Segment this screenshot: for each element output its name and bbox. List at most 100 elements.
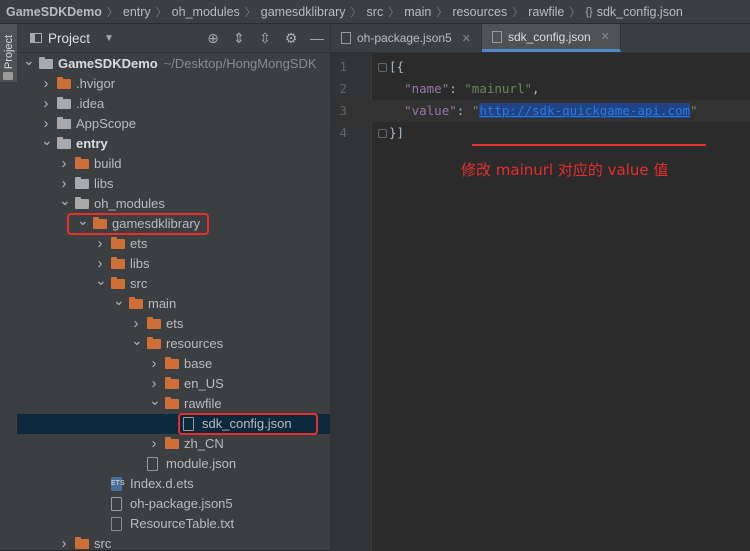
tree-item[interactable]: › en_US: [17, 374, 330, 394]
locate-icon[interactable]: ⊕: [200, 30, 226, 47]
tree-item[interactable]: › .hvigor: [17, 74, 330, 94]
breadcrumb-item[interactable]: {} sdk_config.json: [585, 5, 683, 19]
tree-item[interactable]: › zh_CN: [17, 434, 330, 454]
tree-item[interactable]: › AppScope: [17, 114, 330, 134]
tree-item-label: Index.d.ets: [130, 476, 194, 491]
tree-item[interactable]: ⌄ resources: [17, 332, 330, 354]
chevron-right-icon[interactable]: ›: [149, 354, 159, 374]
chevron-down-icon[interactable]: ⌄: [131, 330, 143, 350]
collapse-all-icon[interactable]: ⇳: [252, 30, 278, 47]
tree-item[interactable]: module.json: [17, 454, 330, 474]
chevron-down-icon[interactable]: ⌄: [95, 270, 107, 290]
folder-icon: [111, 237, 125, 249]
tree-item-label: .idea: [76, 96, 105, 111]
fold-icon[interactable]: [378, 129, 387, 138]
chevron-down-icon[interactable]: ⌄: [113, 290, 125, 310]
folder-icon: [75, 197, 89, 209]
close-icon[interactable]: ✕: [462, 32, 471, 45]
line-number: 4: [339, 125, 347, 140]
gear-icon[interactable]: ⚙: [278, 30, 304, 47]
chevron-down-icon[interactable]: ▼: [104, 33, 114, 44]
fold-icon[interactable]: [378, 63, 387, 72]
folder-icon: [147, 317, 161, 329]
chevron-right-icon[interactable]: ›: [95, 234, 105, 254]
chevron-down-icon[interactable]: ⌄: [59, 190, 71, 210]
folder-icon: [57, 137, 71, 149]
breadcrumb-label: GameSDKDemo: [6, 4, 102, 19]
tree-item-label: rawfile: [184, 396, 222, 411]
chevron-right-icon[interactable]: ›: [59, 534, 69, 550]
tree-item[interactable]: oh-package.json5: [17, 494, 330, 514]
breadcrumb-item[interactable]: oh_modules: [172, 5, 240, 19]
tree-item[interactable]: ⌄ rawfile: [17, 392, 330, 414]
tree-item[interactable]: ⌄ oh_modules: [17, 192, 330, 214]
code-text: "name": "mainurl",: [404, 81, 540, 96]
tree-item[interactable]: › src: [17, 534, 330, 550]
chevron-down-icon[interactable]: ⌄: [23, 50, 35, 70]
tree-item[interactable]: › base: [17, 354, 330, 374]
tree-item[interactable]: › ets: [17, 234, 330, 254]
tree-item[interactable]: ⌄ src: [17, 272, 330, 294]
tree-item[interactable]: ETS Index.d.ets: [17, 474, 330, 494]
editor-tab[interactable]: oh-package.json5 ✕: [331, 24, 482, 52]
highlight-box: [178, 413, 318, 435]
project-panel: Project ▼ ⊕ ⇕ ⇳ ⚙ — ⌄ GameSDKDemo ~/Deskto…: [17, 24, 331, 550]
folder-icon: [39, 57, 53, 69]
folder-icon: [75, 177, 89, 189]
folder-icon: [111, 277, 125, 289]
breadcrumb-item[interactable]: gamesdklibrary: [261, 5, 346, 19]
chevron-down-icon[interactable]: ⌄: [41, 130, 53, 150]
chevron-right-icon[interactable]: ›: [149, 434, 159, 454]
chevron-right-icon[interactable]: ›: [59, 154, 69, 174]
breadcrumb-label: entry: [122, 4, 151, 19]
project-panel-title[interactable]: Project: [48, 31, 90, 46]
tree-item[interactable]: › libs: [17, 254, 330, 274]
chevron-right-icon: 〉: [569, 6, 581, 19]
project-icon: [30, 33, 42, 43]
breadcrumb-item[interactable]: GameSDKDemo: [6, 5, 102, 19]
code-line[interactable]: 1 [{: [331, 56, 750, 78]
tree-item-label: oh_modules: [94, 196, 165, 211]
tree-item-label: module.json: [166, 456, 237, 471]
breadcrumb-item[interactable]: rawfile: [528, 5, 564, 19]
json-file-icon: [491, 30, 502, 43]
breadcrumb-item[interactable]: src: [367, 5, 384, 19]
tree-item-label: build: [94, 156, 122, 171]
chevron-right-icon: 〉: [388, 6, 400, 19]
hide-icon[interactable]: —: [304, 30, 330, 46]
chevron-right-icon[interactable]: ›: [41, 94, 51, 114]
code-line[interactable]: 2 "name": "mainurl",: [331, 78, 750, 100]
folder-icon: [165, 437, 179, 449]
breadcrumb-item[interactable]: resources: [452, 5, 507, 19]
code-line[interactable]: 4}]: [331, 122, 750, 144]
close-icon[interactable]: ✕: [601, 30, 610, 43]
chevron-down-icon[interactable]: ⌄: [149, 390, 161, 410]
editor-tab-label: oh-package.json5: [357, 31, 452, 45]
chevron-right-icon: 〉: [106, 6, 118, 19]
tree-item[interactable]: ResourceTable.txt: [17, 514, 330, 534]
folder-icon: [165, 397, 179, 409]
chevron-right-icon: 〉: [350, 6, 362, 19]
tree-item[interactable]: › ets: [17, 314, 330, 334]
tree-item[interactable]: › build: [17, 154, 330, 174]
breadcrumb-item[interactable]: main: [404, 5, 431, 19]
tree-item[interactable]: ⌄ entry: [17, 132, 330, 154]
highlight-box: [67, 213, 209, 235]
breadcrumb-label: rawfile: [528, 4, 565, 19]
folder-icon: [75, 537, 89, 549]
tree-item[interactable]: › .idea: [17, 94, 330, 114]
code-line[interactable]: 3 "value": "http://sdk-quickgame-api.com…: [331, 100, 750, 122]
expand-all-icon[interactable]: ⇕: [226, 30, 252, 47]
tree-item-label: AppScope: [76, 116, 136, 131]
folder-icon[interactable]: [3, 72, 13, 80]
editor-tab[interactable]: sdk_config.json ✕: [481, 24, 621, 52]
tree-item[interactable]: ⌄ GameSDKDemo ~/Desktop/HongMongSDK: [17, 52, 330, 74]
tree-item[interactable]: ⌄ main: [17, 292, 330, 314]
tool-window-strip: Project: [0, 24, 18, 550]
breadcrumb-item[interactable]: entry: [123, 5, 151, 19]
tree-item-label: entry: [76, 136, 108, 151]
chevron-right-icon[interactable]: ›: [41, 74, 51, 94]
editor-tabs: oh-package.json5 ✕ sdk_config.json ✕: [331, 24, 750, 53]
code-text: }]: [389, 125, 405, 140]
tree-item-label: ets: [166, 316, 184, 331]
